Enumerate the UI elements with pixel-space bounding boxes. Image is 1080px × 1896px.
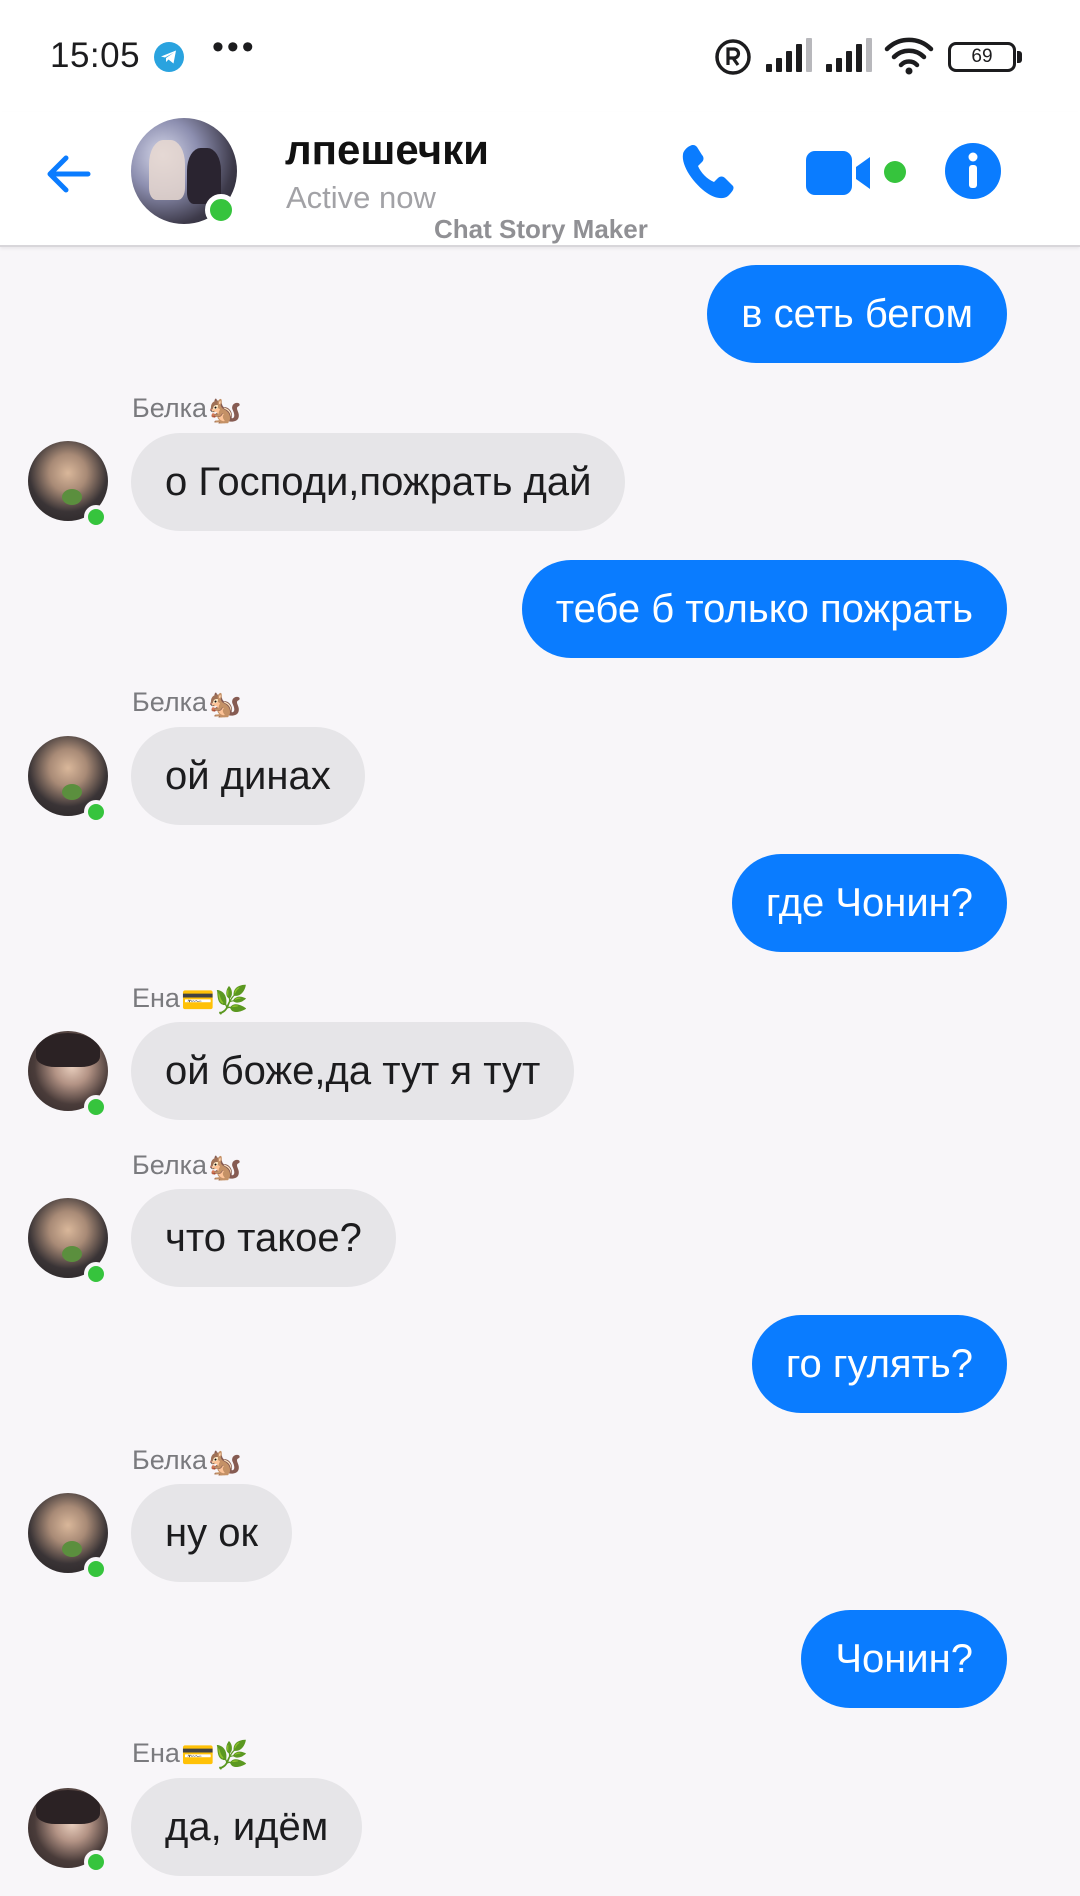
outgoing-message-bubble[interactable]: тебе б только пожрать: [521, 560, 1007, 658]
incoming-message-bubble[interactable]: что такое?: [131, 1189, 396, 1287]
outgoing-message-bubble[interactable]: го гулять?: [751, 1315, 1007, 1413]
hair-shape: [36, 1033, 100, 1067]
online-indicator: [84, 505, 108, 529]
online-indicator: [84, 1850, 108, 1874]
hair-shape: [36, 1790, 100, 1824]
sender-name: Белка🐿️: [132, 687, 242, 720]
online-indicator: [84, 800, 108, 824]
chat-title[interactable]: лпешечки: [285, 126, 489, 174]
outgoing-message-bubble[interactable]: где Чонин?: [731, 854, 1007, 952]
battery-tip: [1017, 51, 1022, 63]
online-indicator: [84, 1557, 108, 1581]
leaf-shape: [62, 784, 82, 800]
signal-icon: [826, 38, 872, 72]
leaf-shape: [62, 1541, 82, 1557]
sender-name: Белка🐿️: [132, 1150, 242, 1183]
registered-icon: [715, 39, 751, 75]
sender-name: Белка🐿️: [132, 1445, 242, 1478]
squirrel-emoji: 🐿️: [208, 394, 242, 425]
battery-icon: 69: [948, 42, 1016, 72]
credit-card-herb-emoji: 💳🌿: [180, 984, 249, 1015]
status-time: 15:05: [50, 36, 141, 75]
squirrel-emoji: 🐿️: [208, 1446, 242, 1477]
video-camera-icon[interactable]: [804, 148, 876, 198]
sender-name-text: Белка: [132, 1445, 208, 1475]
credit-card-herb-emoji: 💳🌿: [180, 1739, 249, 1770]
watermark: Chat Story Maker: [434, 214, 648, 244]
avatar-figure: [149, 140, 185, 200]
squirrel-emoji: 🐿️: [208, 1151, 242, 1182]
online-indicator: [205, 194, 237, 226]
incoming-message-bubble[interactable]: да, идём: [131, 1778, 363, 1876]
more-notifications-indicator: •••: [212, 28, 257, 66]
sender-name: Белка🐿️: [132, 393, 242, 426]
arrow-left-icon[interactable]: [42, 148, 94, 200]
sender-name-text: Белка: [132, 687, 208, 717]
phone-icon[interactable]: [676, 140, 740, 204]
sender-name-text: Белка: [132, 393, 208, 423]
signal-icon: [766, 38, 812, 72]
online-indicator: [84, 1262, 108, 1286]
telegram-icon: [154, 42, 184, 72]
outgoing-message-bubble[interactable]: в сеть бегом: [707, 265, 1007, 363]
battery-level: 69: [971, 46, 993, 67]
chat-header: лпешечки Active now Chat Story Maker: [0, 112, 1080, 247]
squirrel-emoji: 🐿️: [208, 688, 242, 719]
incoming-message-bubble[interactable]: ну ок: [131, 1484, 292, 1582]
leaf-shape: [62, 1246, 82, 1262]
leaf-shape: [62, 489, 82, 505]
online-indicator: [884, 161, 906, 183]
sender-name-text: Ена: [132, 983, 180, 1013]
chat-active-status: Active now: [286, 180, 436, 215]
incoming-message-bubble[interactable]: о Господи,пожрать дай: [131, 433, 626, 531]
sender-name: Ена💳🌿: [132, 1738, 248, 1771]
wifi-icon: [884, 37, 934, 75]
sender-name-text: Ена: [132, 1738, 180, 1768]
outgoing-message-bubble[interactable]: Чонин?: [801, 1610, 1007, 1708]
status-bar: 15:05 ••• 69: [0, 0, 1080, 112]
sender-name-text: Белка: [132, 1150, 208, 1180]
info-icon[interactable]: [944, 142, 1002, 200]
online-indicator: [84, 1095, 108, 1119]
incoming-message-bubble[interactable]: ой динах: [131, 727, 365, 825]
incoming-message-bubble[interactable]: ой боже,да тут я тут: [131, 1022, 575, 1120]
sender-name: Ена💳🌿: [132, 983, 248, 1016]
